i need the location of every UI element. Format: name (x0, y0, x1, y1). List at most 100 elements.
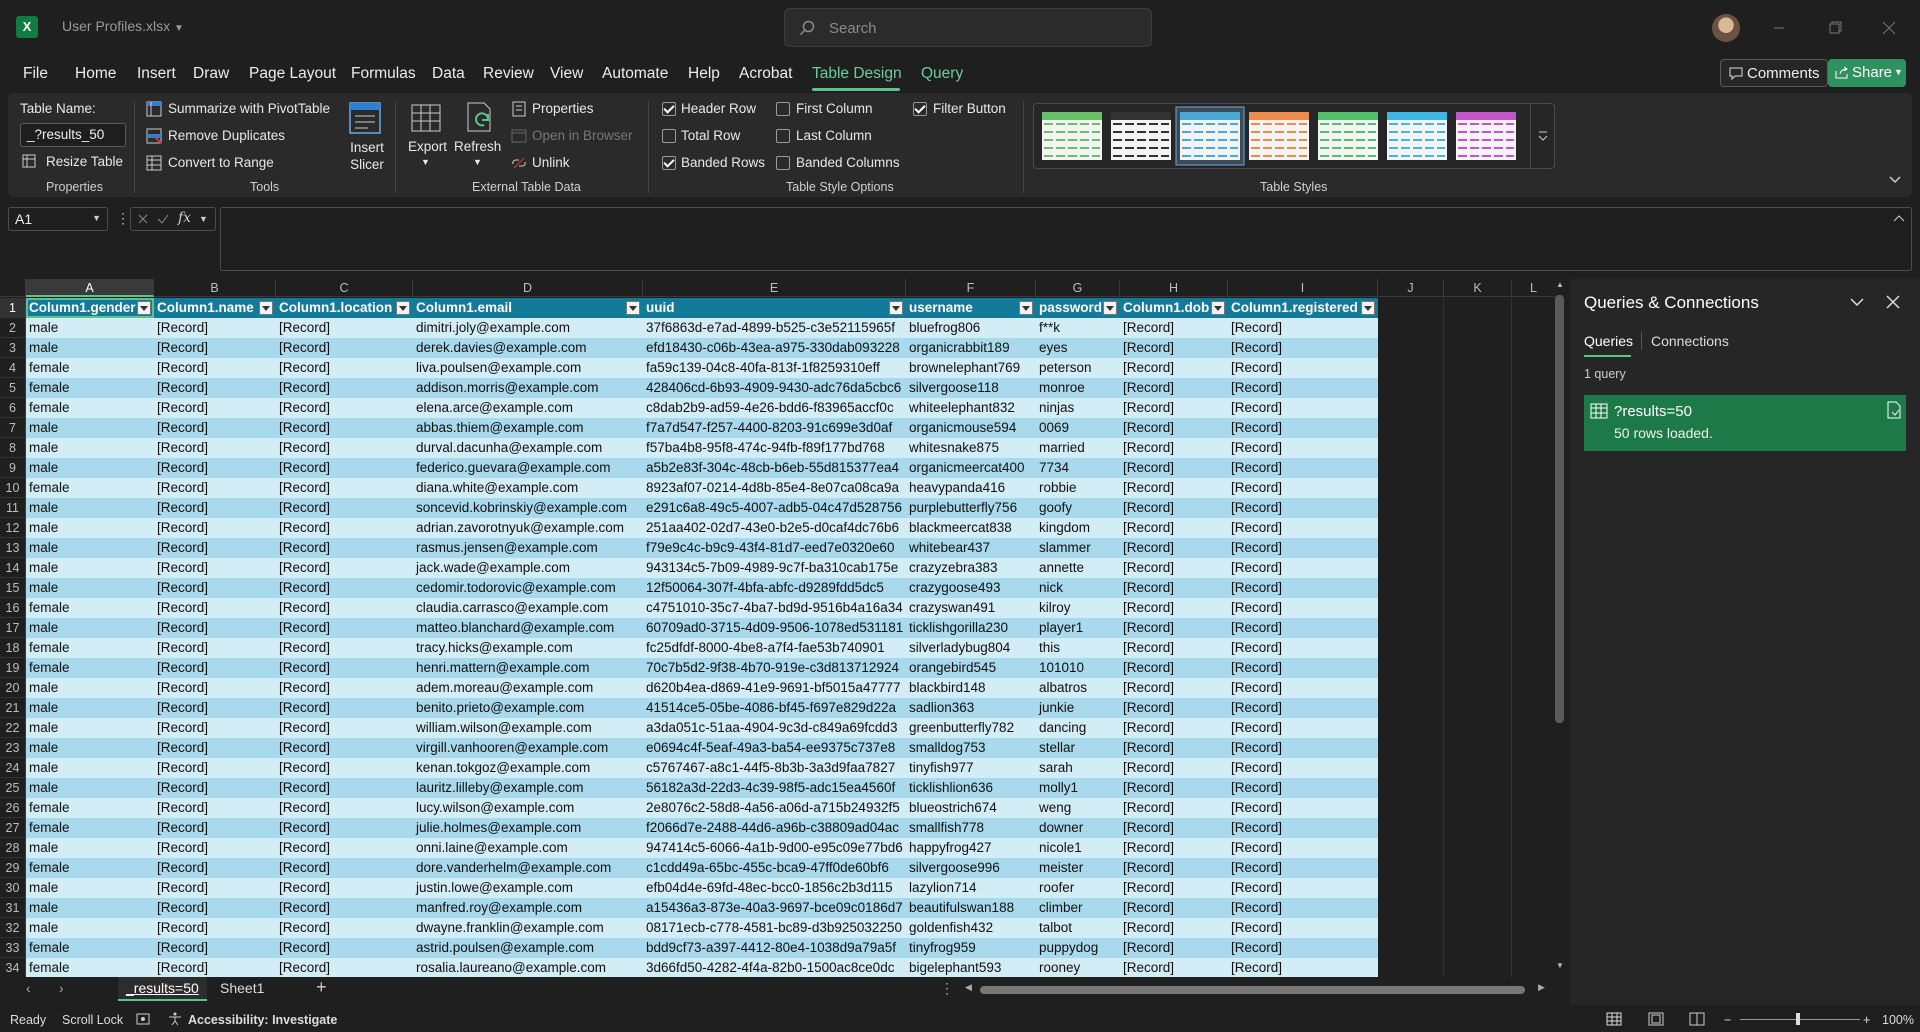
column-header-d[interactable]: D (413, 279, 643, 297)
table-style-swatch[interactable] (1042, 112, 1102, 160)
table-header-cell[interactable]: Column1.name (154, 298, 276, 318)
table-cell[interactable]: female (26, 478, 154, 498)
table-cell[interactable]: [Record] (1228, 678, 1378, 698)
tab-home[interactable]: Home (75, 65, 116, 83)
table-cell[interactable]: male (26, 538, 154, 558)
table-cell[interactable]: [Record] (154, 798, 276, 818)
properties-button[interactable]: Properties (532, 101, 594, 116)
table-cell[interactable]: [Record] (154, 498, 276, 518)
table-cell[interactable]: [Record] (1120, 698, 1228, 718)
chevron-down-icon[interactable] (1850, 297, 1864, 307)
table-cell[interactable]: rasmus.jensen@example.com (413, 538, 643, 558)
table-cell[interactable]: a15436a3-873e-40a3-9697-bce09c0186d7 (643, 898, 906, 918)
table-cell[interactable]: bluefrog806 (906, 318, 1036, 338)
tab-review[interactable]: Review (483, 65, 534, 83)
insert-slicer-button[interactable]: Insert Slicer (348, 139, 386, 173)
table-cell[interactable]: addison.morris@example.com (413, 378, 643, 398)
table-cell[interactable]: ticklishgorilla230 (906, 618, 1036, 638)
table-cell[interactable]: [Record] (1228, 818, 1378, 838)
row-header[interactable]: 18 (0, 638, 26, 658)
table-cell[interactable]: [Record] (1228, 638, 1378, 658)
table-cell[interactable]: virgill.vanhooren@example.com (413, 738, 643, 758)
table-cell[interactable]: male (26, 698, 154, 718)
open-in-browser-button[interactable]: Open in Browser (532, 128, 633, 143)
table-header-cell[interactable]: Column1.location (276, 298, 413, 318)
table-cell[interactable]: [Record] (276, 458, 413, 478)
table-cell[interactable]: sarah (1036, 758, 1120, 778)
comments-button[interactable]: Comments (1720, 59, 1828, 87)
macro-recording-icon[interactable] (136, 1013, 150, 1025)
tab-insert[interactable]: Insert (137, 65, 176, 83)
table-cell[interactable]: derek.davies@example.com (413, 338, 643, 358)
last-column-checkbox[interactable] (776, 129, 790, 143)
table-cell[interactable]: 70c7b5d2-9f38-4b70-919e-c3d813712924 (643, 658, 906, 678)
close-icon[interactable] (1886, 295, 1900, 309)
table-cell[interactable]: [Record] (276, 658, 413, 678)
table-cell[interactable]: [Record] (1120, 898, 1228, 918)
table-header-cell[interactable]: username (906, 298, 1036, 318)
table-cell[interactable]: crazyzebra383 (906, 558, 1036, 578)
table-cell[interactable]: [Record] (154, 318, 276, 338)
column-header-e[interactable]: E (643, 279, 906, 297)
table-cell[interactable]: climber (1036, 898, 1120, 918)
row-header[interactable]: 34 (0, 958, 26, 977)
table-cell[interactable]: [Record] (276, 938, 413, 958)
table-cell[interactable]: organicrabbit189 (906, 338, 1036, 358)
table-cell[interactable]: [Record] (1120, 458, 1228, 478)
table-cell[interactable]: [Record] (1120, 878, 1228, 898)
table-cell[interactable]: [Record] (1120, 798, 1228, 818)
table-cell[interactable]: justin.lowe@example.com (413, 878, 643, 898)
table-cell[interactable]: dore.vanderhelm@example.com (413, 858, 643, 878)
table-cell[interactable]: roofer (1036, 878, 1120, 898)
table-cell[interactable]: albatros (1036, 678, 1120, 698)
table-cell[interactable]: [Record] (276, 578, 413, 598)
table-cell[interactable]: dancing (1036, 718, 1120, 738)
export-button[interactable]: Export (408, 139, 447, 154)
tab-table-design[interactable]: Table Design (812, 65, 902, 83)
table-cell[interactable]: [Record] (276, 338, 413, 358)
table-cell[interactable]: [Record] (276, 738, 413, 758)
table-cell[interactable]: ninjas (1036, 398, 1120, 418)
table-cell[interactable]: [Record] (1120, 818, 1228, 838)
table-cell[interactable]: annette (1036, 558, 1120, 578)
row-header[interactable]: 31 (0, 898, 26, 918)
table-cell[interactable]: [Record] (1120, 358, 1228, 378)
table-cell[interactable]: [Record] (154, 838, 276, 858)
scroll-up-icon[interactable]: ▲ (1556, 280, 1564, 289)
table-cell[interactable]: male (26, 618, 154, 638)
table-cell[interactable]: a5b2e83f-304c-48cb-b6eb-55d815377ea4 (643, 458, 906, 478)
row-header[interactable]: 9 (0, 458, 26, 478)
banded-rows-checkbox[interactable] (662, 156, 676, 170)
filter-dropdown-button[interactable] (626, 301, 640, 315)
table-cell[interactable]: 60709ad0-3715-4d09-9506-1078ed531181 (643, 618, 906, 638)
table-cell[interactable]: goldenfish432 (906, 918, 1036, 938)
table-cell[interactable]: adrian.zavorotnyuk@example.com (413, 518, 643, 538)
table-cell[interactable]: [Record] (154, 478, 276, 498)
scroll-right-icon[interactable]: ▶ (1538, 982, 1545, 993)
table-cell[interactable]: dimitri.joly@example.com (413, 318, 643, 338)
table-cell[interactable]: [Record] (276, 538, 413, 558)
table-cell[interactable]: [Record] (1228, 878, 1378, 898)
table-cell[interactable]: [Record] (1228, 358, 1378, 378)
close-window-button[interactable] (1866, 14, 1912, 42)
row-header[interactable]: 8 (0, 438, 26, 458)
table-name-input[interactable]: _?results_50 (20, 123, 126, 147)
row-header[interactable]: 30 (0, 878, 26, 898)
table-cell[interactable]: diana.white@example.com (413, 478, 643, 498)
tab-formulas[interactable]: Formulas (351, 65, 416, 83)
table-cell[interactable]: [Record] (154, 558, 276, 578)
table-cell[interactable]: male (26, 738, 154, 758)
table-cell[interactable]: fa59c139-04c8-40fa-813f-1f8259310eff (643, 358, 906, 378)
table-cell[interactable]: male (26, 918, 154, 938)
table-cell[interactable]: male (26, 338, 154, 358)
table-cell[interactable]: [Record] (154, 358, 276, 378)
table-cell[interactable]: beautifulswan188 (906, 898, 1036, 918)
table-cell[interactable]: 8923af07-0214-4d8b-85e4-8e07ca08ca9a (643, 478, 906, 498)
table-cell[interactable]: [Record] (1228, 858, 1378, 878)
table-cell[interactable]: [Record] (1228, 318, 1378, 338)
column-header-a[interactable]: A (26, 279, 154, 297)
unlink-button[interactable]: Unlink (532, 155, 570, 170)
table-cell[interactable]: [Record] (1120, 618, 1228, 638)
table-cell[interactable]: 3d66fd50-4282-4f4a-82b0-1500ac8ce0dc (643, 958, 906, 977)
scroll-down-icon[interactable]: ▼ (1556, 961, 1564, 970)
